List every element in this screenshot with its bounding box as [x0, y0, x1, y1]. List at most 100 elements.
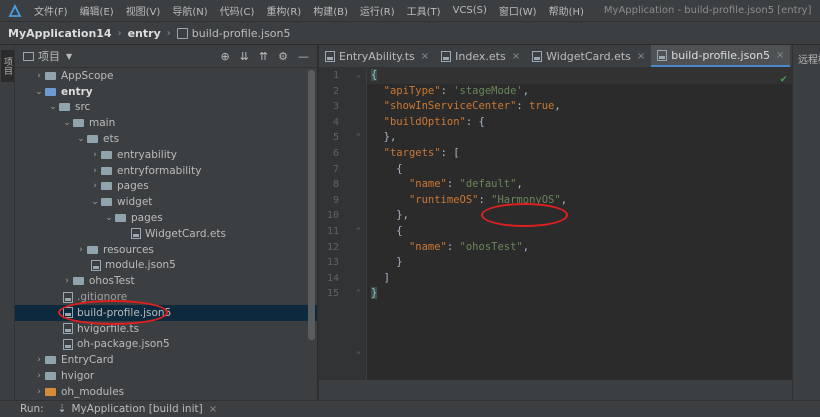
tree-row-entry[interactable]: ⌄ entry	[15, 84, 317, 100]
close-icon[interactable]: ×	[637, 51, 645, 62]
ts-file-icon	[63, 323, 73, 335]
remote-tool-tab[interactable]: 远程模	[798, 51, 820, 66]
project-panel-title[interactable]: 项目	[38, 48, 60, 64]
project-tool-tab[interactable]: 项目	[1, 50, 14, 82]
chevron-down-icon[interactable]: ⌄	[103, 213, 115, 223]
code-token: }	[396, 256, 403, 269]
tree-item-label: ohosTest	[89, 275, 135, 288]
menu-help[interactable]: 帮助(H)	[543, 3, 590, 18]
chevron-right-icon[interactable]: ›	[33, 387, 45, 397]
tab-entryability[interactable]: EntryAbility.ts ×	[319, 45, 435, 67]
json-file-icon	[657, 49, 668, 61]
fold-marker-icon[interactable]: ⌃	[356, 288, 361, 297]
tree-row-module-json[interactable]: module.json5	[15, 258, 317, 274]
tree-row-widgetcard[interactable]: WidgetCard.ets	[15, 226, 317, 242]
chevron-right-icon[interactable]: ›	[33, 71, 45, 81]
tab-label: WidgetCard.ets	[546, 49, 631, 63]
tab-build-profile[interactable]: build-profile.json5 ×	[651, 45, 791, 67]
tree-row-oh-package[interactable]: oh-package.json5	[15, 337, 317, 353]
tree-row-ets[interactable]: ⌄ ets	[15, 131, 317, 147]
tree-row-gitignore[interactable]: .gitignore	[15, 289, 317, 305]
code-token: "name"	[408, 240, 447, 253]
menu-file[interactable]: 文件(F)	[28, 3, 74, 18]
tree-row-hvigor[interactable]: › hvigor	[15, 368, 317, 384]
chevron-down-icon[interactable]: ▼	[66, 52, 72, 61]
chevron-right-icon[interactable]: ›	[75, 245, 87, 255]
chevron-down-icon[interactable]: ⌄	[47, 102, 59, 112]
menu-view[interactable]: 视图(V)	[120, 3, 167, 18]
breadcrumb-module[interactable]: entry	[128, 27, 161, 40]
folder-icon	[73, 119, 84, 128]
chevron-down-icon[interactable]: ⌄	[61, 118, 73, 128]
locate-icon[interactable]: ⊕	[220, 50, 229, 63]
chevron-right-icon[interactable]: ›	[33, 355, 45, 365]
code-area[interactable]: 1 2 3 4 5 6 7 8 9 10 11 12 13 14 15 ⌄ ⌃ …	[319, 68, 793, 400]
gear-icon[interactable]: ⚙	[278, 50, 288, 63]
project-tree: › AppScope ⌄ entry ⌄ src ⌄ main ⌄ ets › …	[15, 68, 317, 400]
tree-row-entryformability[interactable]: › entryformability	[15, 163, 317, 179]
tree-row-pages[interactable]: › pages	[15, 179, 317, 195]
line-number: 2	[332, 85, 339, 97]
ets-file-icon	[131, 228, 141, 240]
fold-marker-icon[interactable]: ⌃	[356, 226, 361, 235]
code-token: 'stageMode'	[453, 84, 523, 97]
tree-row-widget[interactable]: ⌄ widget	[15, 194, 317, 210]
tree-row-src[interactable]: ⌄ src	[15, 100, 317, 116]
breadcrumb-project[interactable]: MyApplication14	[8, 27, 112, 40]
chevron-right-icon[interactable]: ›	[89, 181, 101, 191]
fold-marker-icon[interactable]: ⌃	[356, 132, 361, 141]
code-token: "name"	[408, 178, 447, 191]
menu-code[interactable]: 代码(C)	[214, 3, 261, 18]
chevron-down-icon[interactable]: ⌄	[33, 87, 45, 97]
tab-label: EntryAbility.ts	[339, 49, 415, 63]
breadcrumb-file[interactable]: build-profile.json5	[192, 27, 291, 40]
chevron-right-icon[interactable]: ›	[61, 276, 73, 286]
close-icon[interactable]: ×	[512, 51, 520, 62]
menu-edit[interactable]: 编辑(E)	[74, 3, 120, 18]
check-icon[interactable]: ✔	[780, 72, 787, 85]
tree-item-label: module.json5	[105, 259, 176, 272]
tab-widgetcard[interactable]: WidgetCard.ets ×	[526, 45, 651, 67]
close-icon[interactable]: ×	[421, 51, 429, 62]
chevron-down-icon[interactable]: ⌄	[89, 197, 101, 207]
tree-row-widget-pages[interactable]: ⌄ pages	[15, 210, 317, 226]
tree-row-oh-modules[interactable]: › oh_modules	[15, 384, 317, 400]
collapse-all-icon[interactable]: ⇈	[259, 50, 268, 63]
fold-marker-icon[interactable]: ⌄	[356, 70, 361, 79]
chevron-down-icon[interactable]: ⌄	[75, 134, 87, 144]
tree-row-main[interactable]: ⌄ main	[15, 115, 317, 131]
close-icon[interactable]: ×	[209, 404, 217, 415]
menu-build[interactable]: 构建(B)	[307, 3, 354, 18]
tree-row-appscope[interactable]: › AppScope	[15, 68, 317, 84]
left-tool-strip: 项目	[0, 45, 15, 400]
chevron-right-icon[interactable]: ›	[33, 371, 45, 381]
menu-window[interactable]: 窗口(W)	[493, 3, 543, 18]
chevron-right-icon[interactable]: ›	[89, 150, 101, 160]
run-config-tab[interactable]: MyApplication [build init]	[71, 403, 202, 415]
chevron-right-icon[interactable]: ›	[89, 166, 101, 176]
folder-icon	[115, 214, 126, 223]
menu-vcs[interactable]: VCS(S)	[447, 5, 493, 16]
expand-all-icon[interactable]: ⇊	[240, 50, 249, 63]
menu-run[interactable]: 运行(R)	[354, 3, 401, 18]
close-icon[interactable]: ×	[776, 50, 784, 61]
tree-item-label: WidgetCard.ets	[145, 227, 226, 240]
tree-row-entrycard[interactable]: › EntryCard	[15, 352, 317, 368]
tree-row-hvigorfile[interactable]: hvigorfile.ts	[15, 321, 317, 337]
line-number: 7	[332, 163, 339, 175]
tree-row-entryability[interactable]: › entryability	[15, 147, 317, 163]
ts-file-icon	[325, 50, 335, 62]
fold-marker-icon[interactable]: ⌃	[356, 350, 361, 359]
line-number: 14	[326, 272, 339, 284]
minimize-icon[interactable]: —	[298, 50, 309, 63]
project-scrollbar[interactable]	[308, 70, 315, 340]
tree-row-resources[interactable]: › resources	[15, 242, 317, 258]
annotation-ellipse	[58, 300, 168, 325]
tree-row-ohostest[interactable]: › ohosTest	[15, 273, 317, 289]
tree-item-label: hvigor	[61, 370, 95, 383]
menu-navigate[interactable]: 导航(N)	[166, 3, 213, 18]
menu-refactor[interactable]: 重构(R)	[260, 3, 307, 18]
tab-index[interactable]: Index.ets ×	[435, 45, 526, 67]
menu-tools[interactable]: 工具(T)	[401, 3, 447, 18]
code-token: "targets"	[383, 146, 441, 159]
